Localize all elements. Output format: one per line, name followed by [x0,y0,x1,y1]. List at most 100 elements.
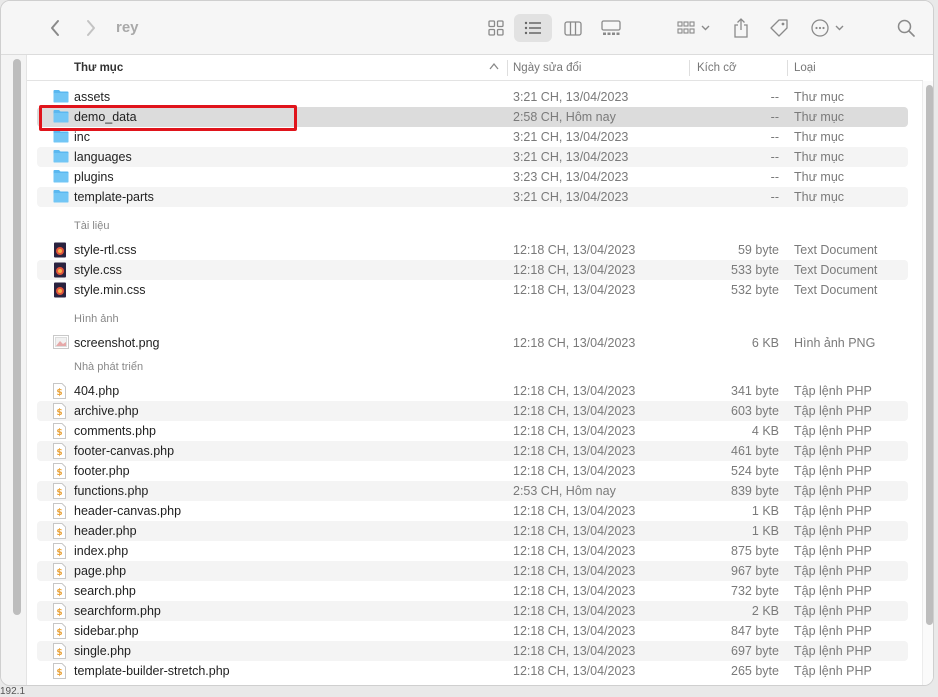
item-size: 524 byte [731,464,779,478]
item-date-modified: 12:18 CH, 13/04/2023 [513,464,636,478]
item-name: style.min.css [74,283,146,297]
file-row[interactable]: $ functions.php 2:53 CH, Hôm nay 839 byte Tậ… [37,481,908,501]
file-row[interactable]: $ header.php 12:18 CH, 13/04/2023 1 KB Tập l… [37,521,908,541]
item-kind: Tập lệnh PHP [794,584,872,598]
file-row[interactable]: $ footer.php 12:18 CH, 13/04/2023 524 byte T… [37,461,908,481]
item-kind: Tập lệnh PHP [794,384,872,398]
item-size: 875 byte [731,544,779,558]
folder-row[interactable]: plugins 3:23 CH, 13/04/2023 -- Thư mục [37,167,908,187]
icon-grid-view-icon [488,20,504,36]
php-file-icon: $ [53,523,69,539]
file-row[interactable]: $ sidebar.php 12:18 CH, 13/04/2023 847 byte… [37,621,908,641]
item-size: -- [770,150,779,164]
forward-button[interactable] [79,14,103,42]
tag-button[interactable] [765,14,793,42]
gallery-view-button[interactable] [596,14,626,42]
php-file-icon: $ [53,443,69,459]
folder-icon [53,89,69,105]
svg-text:$: $ [56,448,62,458]
item-date-modified: 12:18 CH, 13/04/2023 [513,664,636,678]
file-row[interactable]: $ page.php 12:18 CH, 13/04/2023 967 byte Tập… [37,561,908,581]
item-kind: Thư mục [794,90,845,104]
file-row[interactable]: $404.php 12:18 CH, 13/04/2023 341 byte Tập … [37,381,908,401]
item-kind: Thư mục [794,130,845,144]
folder-row[interactable]: assets 3:21 CH, 13/04/2023 -- Thư mục [37,87,908,107]
item-size: 847 byte [731,624,779,638]
header-size[interactable]: Kích cỡ [697,62,737,74]
file-row[interactable]: style-rtl.css 12:18 CH, 13/04/2023 59 byte… [37,240,908,260]
more-options-icon [811,19,845,37]
group-by-button[interactable] [673,14,715,42]
svg-text:$: $ [56,528,62,538]
file-row[interactable]: screenshot.png 12:18 CH, 13/04/2023 6 KB Hì… [37,333,908,353]
group-header-documents: Tài liệu [74,220,110,232]
file-row[interactable]: $ header-canvas.php 12:18 CH, 13/04/2023 1 … [37,501,908,521]
list-view-button[interactable] [514,14,552,42]
item-date-modified: 12:18 CH, 13/04/2023 [513,624,636,638]
sort-ascending-icon[interactable] [489,61,499,73]
vertical-scrollbar[interactable] [922,81,933,685]
chevron-right-icon [85,19,97,37]
item-size: 697 byte [731,644,779,658]
header-date[interactable]: Ngày sửa đổi [513,62,581,74]
file-row[interactable]: $ template-builder-stretch.php 12:18 CH, 1… [37,661,908,681]
item-date-modified: 2:58 CH, Hôm nay [513,110,616,124]
item-size: 461 byte [731,444,779,458]
file-list: Thư mục Ngày sửa đổi Kích cỡ Loại assets… [27,55,933,685]
icon-view-button[interactable] [481,14,511,42]
file-row[interactable]: $ archive.php 12:18 CH, 13/04/2023 603 byte… [37,401,908,421]
more-options-button[interactable] [807,14,849,42]
file-row[interactable]: $ footer-canvas.php 12:18 CH, 13/04/2023 46… [37,441,908,461]
group-by-icon [677,20,711,36]
file-row[interactable]: style.min.css 12:18 CH, 13/04/2023 532 byt… [37,280,908,300]
gallery-view-icon [601,20,621,36]
folder-row[interactable]: demo_data 2:58 CH, Hôm nay -- Thư mục [37,107,908,127]
folder-row[interactable]: template-parts 3:21 CH, 13/04/2023 -- Thư m… [37,187,908,207]
css-file-icon [53,242,69,258]
folder-icon [53,189,69,205]
sidebar-scrollbar[interactable] [13,59,21,615]
folder-row[interactable]: languages 3:21 CH, 13/04/2023 -- Thư mục [37,147,908,167]
item-kind: Hình ảnh PNG [794,336,876,350]
item-kind: Tập lệnh PHP [794,484,872,498]
item-date-modified: 3:23 CH, 13/04/2023 [513,170,629,184]
column-view-button[interactable] [558,14,588,42]
share-button[interactable] [728,14,754,42]
item-size: 4 KB [751,424,779,438]
item-date-modified: 12:18 CH, 13/04/2023 [513,584,636,598]
scrollbar-thumb[interactable] [926,85,933,625]
item-date-modified: 12:18 CH, 13/04/2023 [513,336,636,350]
search-button[interactable] [893,14,919,42]
php-file-icon: $ [53,463,69,479]
tag-icon [769,18,789,38]
file-row[interactable]: $ index.php 12:18 CH, 13/04/2023 875 byte Tậ… [37,541,908,561]
php-file-icon: $ [53,483,69,499]
item-name: style.css [74,263,122,277]
window-title: rey [116,19,139,36]
header-name[interactable]: Thư mục [74,62,123,74]
svg-text:$: $ [56,648,62,658]
item-kind: Thư mục [794,170,845,184]
file-row[interactable]: style.css 12:18 CH, 13/04/2023 533 byte Tex… [37,260,908,280]
file-row[interactable]: $ single.php 12:18 CH, 13/04/2023 697 byte T… [37,641,908,661]
php-file-icon: $ [53,403,69,419]
chevron-left-icon [49,19,61,37]
item-size: -- [770,190,779,204]
file-row[interactable]: $ searchform.php 12:18 CH, 13/04/2023 2 KB T… [37,601,908,621]
header-kind[interactable]: Loại [794,62,816,74]
search-icon [897,19,915,37]
item-kind: Tập lệnh PHP [794,644,872,658]
folder-row[interactable]: inc 3:21 CH, 13/04/2023 -- Thư mục [37,127,908,147]
item-kind: Text Document [794,243,878,257]
header-divider [689,60,690,76]
file-row[interactable]: $ comments.php 12:18 CH, 13/04/2023 4 KB Tập… [37,421,908,441]
header-divider [787,60,788,76]
item-name: style-rtl.css [74,243,137,257]
item-name: archive.php [74,404,139,418]
item-size: 532 byte [731,283,779,297]
item-date-modified: 12:18 CH, 13/04/2023 [513,604,636,618]
item-name: inc [74,130,90,144]
back-button[interactable] [43,14,67,42]
file-row[interactable]: $ search.php 12:18 CH, 13/04/2023 732 byte T… [37,581,908,601]
svg-text:$: $ [56,508,62,518]
